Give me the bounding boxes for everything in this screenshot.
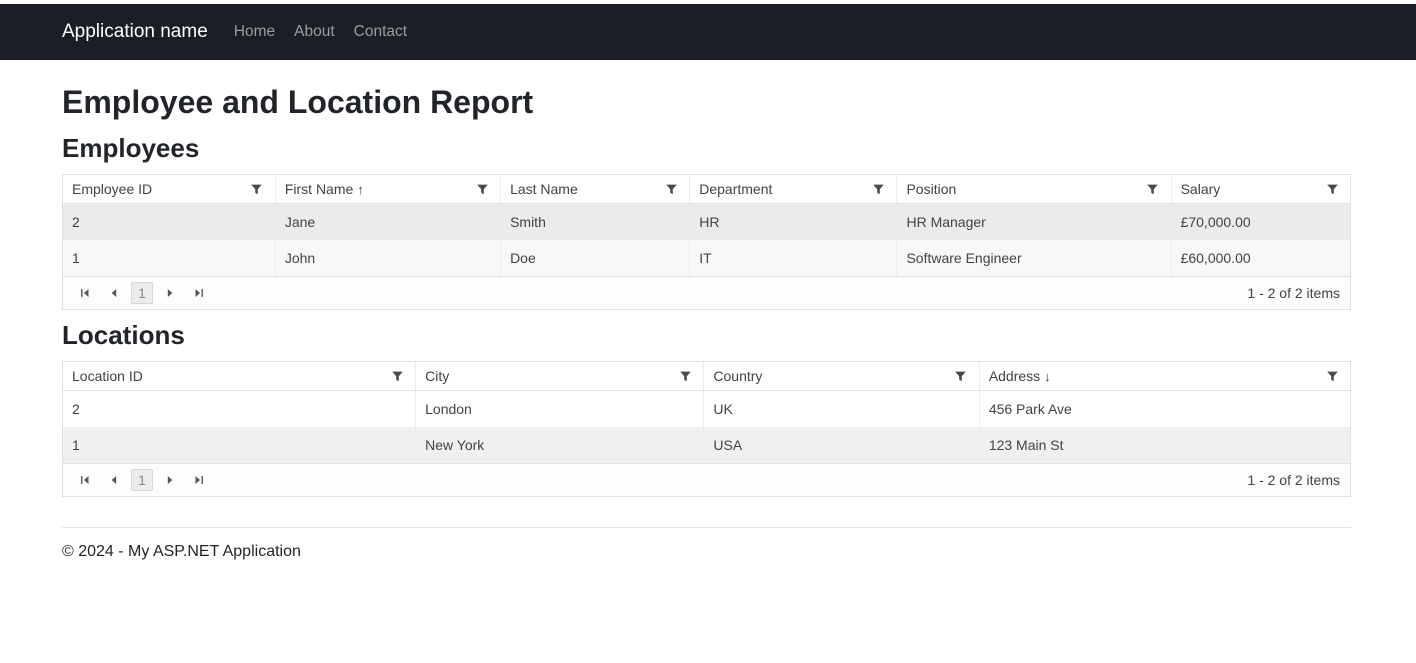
column-header-first-name[interactable]: First Name ↑ — [275, 175, 500, 204]
filter-icon[interactable] — [1323, 367, 1341, 385]
table-row: 2 London UK 456 Park Ave — [63, 391, 1350, 428]
column-label: Department — [699, 181, 772, 197]
pager-info: 1 - 2 of 2 items — [1247, 285, 1340, 301]
column-header-last-name[interactable]: Last Name — [501, 175, 690, 204]
cell-city: New York — [416, 427, 704, 463]
cell-address: 123 Main St — [979, 427, 1350, 463]
locations-grid: Location ID City Country Address ↓ — [62, 361, 1351, 497]
nav-link-contact[interactable]: Contact — [354, 23, 407, 41]
table-row: 2 Jane Smith HR HR Manager £70,000.00 — [63, 204, 1350, 241]
column-label: Last Name — [510, 181, 578, 197]
cell-location-id: 1 — [63, 427, 416, 463]
filter-icon[interactable] — [473, 180, 491, 198]
column-header-employee-id[interactable]: Employee ID — [63, 175, 275, 204]
filter-icon[interactable] — [248, 180, 266, 198]
filter-icon[interactable] — [952, 367, 970, 385]
column-label: Salary — [1181, 181, 1221, 197]
cell-last-name: Doe — [501, 240, 690, 276]
locations-table: Location ID City Country Address ↓ — [63, 362, 1350, 463]
cell-first-name: Jane — [275, 204, 500, 241]
cell-position: Software Engineer — [897, 240, 1171, 276]
page-content: Employee and Location Report Employees E… — [0, 84, 1416, 561]
column-header-location-id[interactable]: Location ID — [63, 362, 416, 391]
employees-grid: Employee ID First Name ↑ Last Name Depart… — [62, 174, 1351, 310]
employees-header-row: Employee ID First Name ↑ Last Name Depart… — [63, 175, 1350, 204]
column-label: First Name — [285, 181, 353, 197]
cell-department: HR — [690, 204, 897, 241]
filter-icon[interactable] — [388, 367, 406, 385]
cell-department: IT — [690, 240, 897, 276]
first-page-button[interactable] — [73, 282, 97, 304]
employees-heading: Employees — [62, 133, 1351, 164]
nav-link-home[interactable]: Home — [234, 23, 275, 41]
employees-pager: 1 1 - 2 of 2 items — [63, 276, 1350, 309]
cell-employee-id: 1 — [63, 240, 275, 276]
column-header-department[interactable]: Department — [690, 175, 897, 204]
pager-info: 1 - 2 of 2 items — [1247, 472, 1340, 488]
table-row: 1 John Doe IT Software Engineer £60,000.… — [63, 240, 1350, 276]
cell-country: USA — [704, 427, 979, 463]
top-navbar: Application name Home About Contact — [0, 4, 1416, 60]
column-label: City — [425, 368, 449, 384]
locations-pager: 1 1 - 2 of 2 items — [63, 463, 1350, 496]
next-page-button[interactable] — [158, 469, 182, 491]
app-brand-link[interactable]: Application name — [62, 21, 208, 43]
column-label: Country — [713, 368, 762, 384]
column-header-salary[interactable]: Salary — [1171, 175, 1350, 204]
locations-header-row: Location ID City Country Address ↓ — [63, 362, 1350, 391]
column-label: Address — [989, 368, 1040, 384]
employees-table: Employee ID First Name ↑ Last Name Depart… — [63, 175, 1350, 276]
prev-page-button[interactable] — [102, 469, 126, 491]
filter-icon[interactable] — [1323, 180, 1341, 198]
last-page-button[interactable] — [187, 282, 211, 304]
cell-position: HR Manager — [897, 204, 1171, 241]
footer-copyright: © 2024 - My ASP.NET Application — [62, 543, 1351, 561]
filter-icon[interactable] — [1144, 180, 1162, 198]
cell-last-name: Smith — [501, 204, 690, 241]
cell-city: London — [416, 391, 704, 428]
column-label: Position — [906, 181, 956, 197]
page-number-button[interactable]: 1 — [131, 469, 153, 491]
column-header-address[interactable]: Address ↓ — [979, 362, 1350, 391]
page-number-button[interactable]: 1 — [131, 282, 153, 304]
cell-address: 456 Park Ave — [979, 391, 1350, 428]
last-page-button[interactable] — [187, 469, 211, 491]
cell-country: UK — [704, 391, 979, 428]
table-row: 1 New York USA 123 Main St — [63, 427, 1350, 463]
next-page-button[interactable] — [158, 282, 182, 304]
cell-salary: £60,000.00 — [1171, 240, 1350, 276]
column-header-city[interactable]: City — [416, 362, 704, 391]
prev-page-button[interactable] — [102, 282, 126, 304]
cell-location-id: 2 — [63, 391, 416, 428]
filter-icon[interactable] — [662, 180, 680, 198]
filter-icon[interactable] — [869, 180, 887, 198]
filter-icon[interactable] — [676, 367, 694, 385]
page-title: Employee and Location Report — [62, 84, 1351, 121]
cell-first-name: John — [275, 240, 500, 276]
sort-asc-icon: ↑ — [357, 182, 364, 197]
column-label: Location ID — [72, 368, 143, 384]
sort-desc-icon: ↓ — [1044, 369, 1051, 384]
column-header-country[interactable]: Country — [704, 362, 979, 391]
locations-heading: Locations — [62, 320, 1351, 351]
footer-divider — [62, 527, 1351, 528]
nav-link-about[interactable]: About — [294, 23, 335, 41]
column-label: Employee ID — [72, 181, 152, 197]
cell-salary: £70,000.00 — [1171, 204, 1350, 241]
cell-employee-id: 2 — [63, 204, 275, 241]
first-page-button[interactable] — [73, 469, 97, 491]
column-header-position[interactable]: Position — [897, 175, 1171, 204]
